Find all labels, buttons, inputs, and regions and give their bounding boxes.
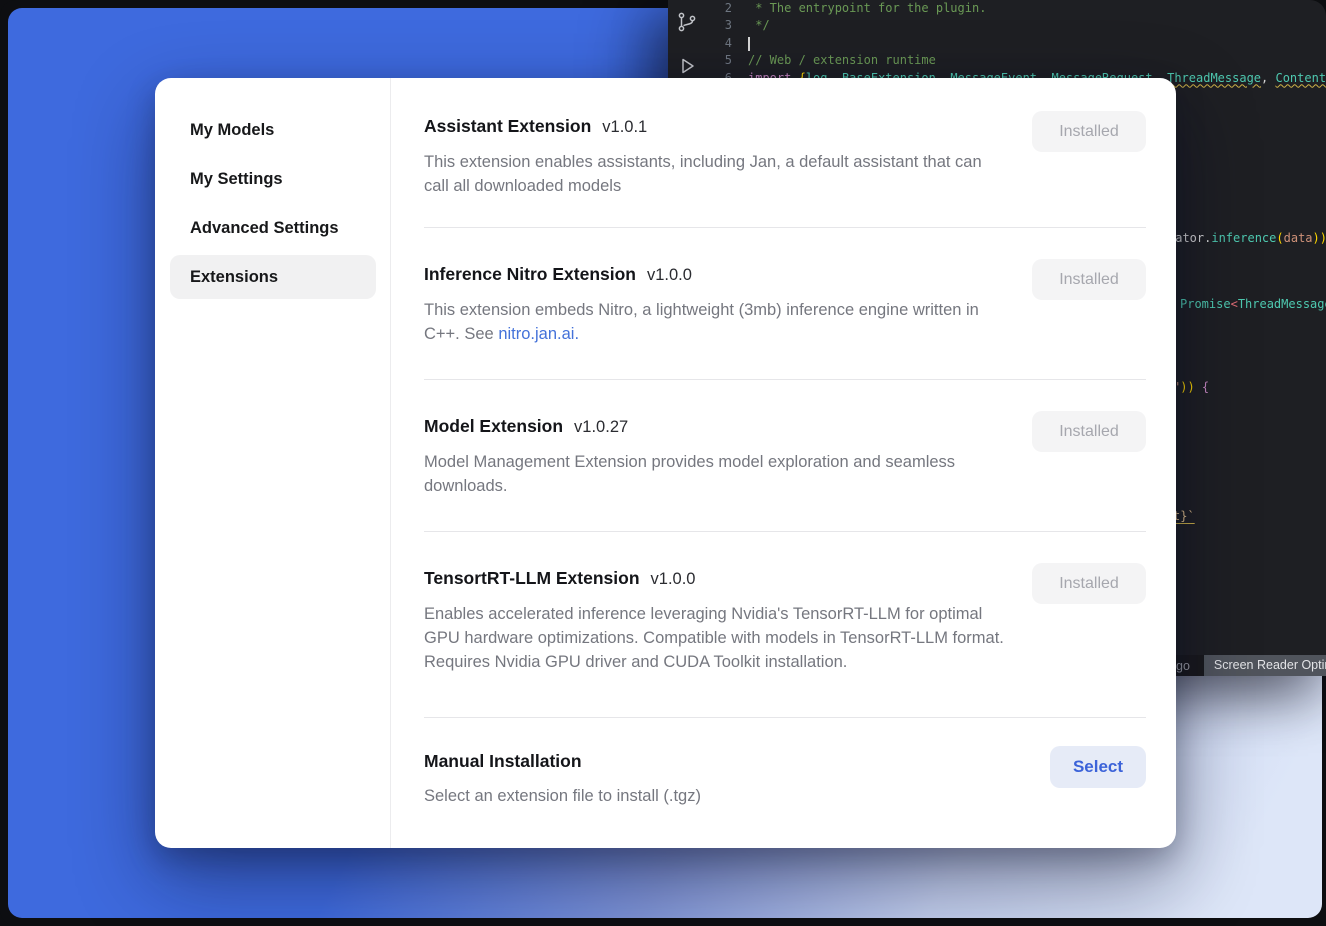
settings-sidebar: My Models My Settings Advanced Settings Ext… bbox=[155, 78, 391, 848]
extension-title-line: Manual Installation bbox=[424, 746, 701, 776]
extension-description: Enables accelerated inference leveraging… bbox=[424, 602, 1010, 674]
sidebar-item-advanced-settings[interactable]: Advanced Settings bbox=[170, 206, 376, 250]
extension-description: This extension embeds Nitro, a lightweig… bbox=[424, 298, 1010, 346]
sidebar-item-my-settings[interactable]: My Settings bbox=[170, 157, 376, 201]
code-token: { bbox=[1202, 380, 1209, 394]
code-token: , bbox=[1261, 71, 1275, 85]
extension-description: Select an extension file to install (.tg… bbox=[424, 784, 701, 808]
screen-reader-status-chip[interactable]: Screen Reader Optimized bbox=[1204, 655, 1326, 676]
extension-description: This extension enables assistants, inclu… bbox=[424, 150, 1010, 198]
run-debug-icon[interactable] bbox=[675, 54, 699, 78]
nitro-jan-ai-link[interactable]: nitro.jan.ai. bbox=[498, 325, 579, 343]
code-token: )) bbox=[1180, 380, 1202, 394]
sidebar-item-my-models[interactable]: My Models bbox=[170, 108, 376, 152]
extension-title: Assistant Extension bbox=[424, 111, 591, 141]
extension-info: Model Extension v1.0.27 Model Management E… bbox=[424, 411, 1010, 498]
line-number: 4 bbox=[706, 35, 748, 52]
extension-row: Manual Installation Select an extension f… bbox=[424, 718, 1146, 828]
installed-button[interactable]: Installed bbox=[1032, 411, 1146, 452]
extension-title-line: Inference Nitro Extension v1.0.0 bbox=[424, 259, 1010, 290]
code-token: )) bbox=[1313, 231, 1326, 245]
code-token: Promise bbox=[1180, 297, 1231, 311]
code-token: t}` bbox=[1173, 509, 1195, 523]
installed-button[interactable]: Installed bbox=[1032, 259, 1146, 300]
code-token: < bbox=[1231, 297, 1238, 311]
extension-version: v1.0.0 bbox=[647, 260, 692, 290]
code-token: * The entrypoint for the plugin. bbox=[748, 1, 986, 15]
code-line: 2 * The entrypoint for the plugin. bbox=[706, 0, 1326, 17]
extension-title-line: TensortRT-LLM Extension v1.0.0 bbox=[424, 563, 1010, 594]
code-text: // Web / extension runtime bbox=[748, 52, 936, 69]
extension-info: Manual Installation Select an extension f… bbox=[424, 746, 701, 808]
extension-title-line: Model Extension v1.0.27 bbox=[424, 411, 1010, 442]
code-token: inference bbox=[1211, 231, 1276, 245]
code-token: ThreadMessage bbox=[1167, 71, 1261, 85]
code-text: * The entrypoint for the plugin. bbox=[748, 0, 986, 17]
code-token: */ bbox=[748, 18, 770, 32]
extension-title: TensortRT-LLM Extension bbox=[424, 563, 640, 593]
installed-button[interactable]: Installed bbox=[1032, 563, 1146, 604]
extension-row: Assistant Extension v1.0.1 This extension … bbox=[424, 78, 1146, 227]
code-token: // Web / extension runtime bbox=[748, 53, 936, 67]
code-line: 5// Web / extension runtime bbox=[706, 52, 1326, 69]
extension-title: Model Extension bbox=[424, 411, 563, 441]
code-line: 4 bbox=[706, 35, 1326, 52]
code-fragment: rator.inference(data)); bbox=[1168, 231, 1326, 245]
code-fragment: Promise<ThreadMessage> bbox=[1180, 297, 1326, 311]
extension-title-line: Assistant Extension v1.0.1 bbox=[424, 111, 1010, 142]
source-control-icon[interactable] bbox=[675, 10, 699, 34]
line-number: 2 bbox=[706, 0, 748, 17]
extension-title: Manual Installation bbox=[424, 746, 582, 776]
extension-row: Inference Nitro Extension v1.0.0 This exte… bbox=[424, 228, 1146, 379]
extension-row: Model Extension v1.0.27 Model Management E… bbox=[424, 380, 1146, 531]
extension-info: Inference Nitro Extension v1.0.0 This exte… bbox=[424, 259, 1010, 346]
installed-button[interactable]: Installed bbox=[1032, 111, 1146, 152]
select-file-button[interactable]: Select bbox=[1050, 746, 1146, 788]
sidebar-divider bbox=[390, 78, 391, 848]
code-fragment: t}` bbox=[1173, 509, 1195, 523]
extension-description: Model Management Extension provides mode… bbox=[424, 450, 1010, 498]
settings-modal: My Models My Settings Advanced Settings Ext… bbox=[155, 78, 1176, 848]
desktop-canvas: 2 * The entrypoint for the plugin.3 */45… bbox=[0, 0, 1326, 926]
extension-info: TensortRT-LLM Extension v1.0.0 Enables acc… bbox=[424, 563, 1010, 674]
extension-row: TensortRT-LLM Extension v1.0.0 Enables acc… bbox=[424, 532, 1146, 717]
code-fragment: ")) { bbox=[1173, 380, 1209, 394]
code-token: ContentType bbox=[1275, 71, 1326, 85]
code-text: */ bbox=[748, 17, 770, 34]
extensions-list: Assistant Extension v1.0.1 This extension … bbox=[391, 78, 1176, 848]
line-number: 3 bbox=[706, 17, 748, 34]
code-editor-lines[interactable]: 2 * The entrypoint for the plugin.3 */45… bbox=[706, 0, 1326, 87]
extension-info: Assistant Extension v1.0.1 This extension … bbox=[424, 111, 1010, 198]
extension-version: v1.0.1 bbox=[602, 112, 647, 142]
code-text bbox=[748, 35, 750, 52]
code-token: ThreadMessage bbox=[1238, 297, 1326, 311]
extension-version: v1.0.27 bbox=[574, 412, 628, 442]
extension-title: Inference Nitro Extension bbox=[424, 259, 636, 289]
sidebar-item-extensions[interactable]: Extensions bbox=[170, 255, 376, 299]
text-cursor bbox=[748, 37, 750, 51]
code-token: ( bbox=[1276, 231, 1283, 245]
line-number: 5 bbox=[706, 52, 748, 69]
code-token: data bbox=[1284, 231, 1313, 245]
extension-version: v1.0.0 bbox=[651, 564, 696, 594]
status-text-fragment: go bbox=[1176, 659, 1190, 673]
code-line: 3 */ bbox=[706, 17, 1326, 34]
